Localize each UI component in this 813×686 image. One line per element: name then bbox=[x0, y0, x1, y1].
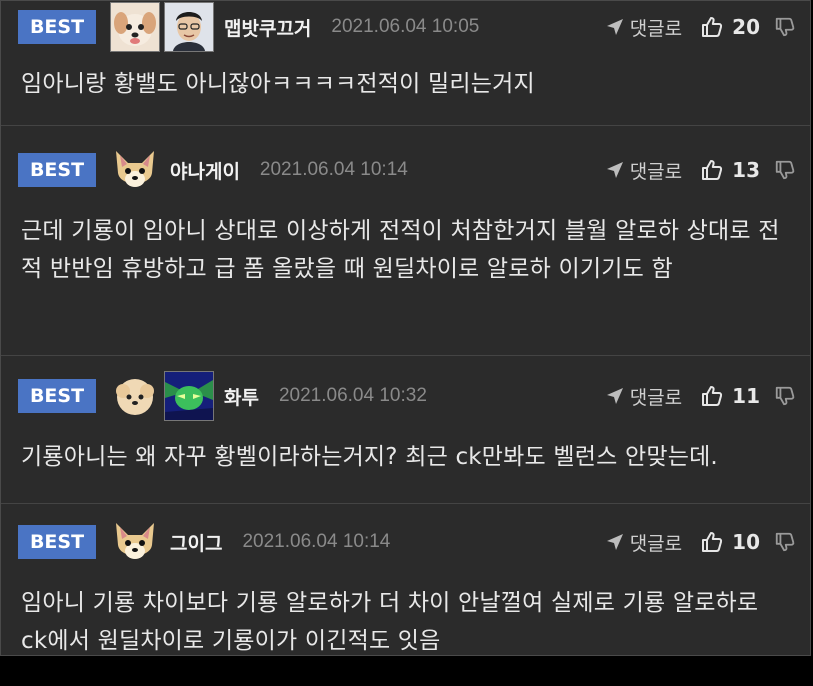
comment-text: 근데 기룡이 임아니 상대로 이상하게 전적이 처참한거지 블월 알로하 상대로… bbox=[21, 218, 780, 282]
best-badge: BEST bbox=[18, 153, 96, 187]
avatar-dog-icon bbox=[110, 2, 160, 52]
send-arrow-icon bbox=[606, 534, 623, 550]
comment-item: BEST 야나게이 2021.06.04 10:14 댓글로 13 근데 기룡이… bbox=[1, 144, 810, 356]
nickname[interactable]: 화투 bbox=[224, 383, 259, 410]
avatar-character-icon bbox=[164, 371, 214, 421]
thumbs-up-icon bbox=[702, 386, 723, 406]
comment-actions: 댓글로 20 bbox=[606, 1, 796, 53]
reply-button[interactable]: 댓글로 bbox=[606, 157, 682, 184]
comment-item: BEST 그이그 2021.06.04 10:14 댓글로 10 임아니 기룡 … bbox=[1, 516, 810, 686]
best-badge: BEST bbox=[18, 525, 96, 559]
comment-header: BEST bbox=[1, 1, 810, 53]
comment-actions: 댓글로 11 bbox=[606, 370, 796, 422]
best-badge: BEST bbox=[18, 10, 96, 44]
reply-button[interactable]: 댓글로 bbox=[606, 529, 682, 556]
comment-header: BEST bbox=[1, 370, 810, 422]
reply-label: 댓글로 bbox=[629, 160, 683, 183]
send-arrow-icon bbox=[606, 162, 623, 178]
thumbs-up-icon bbox=[702, 17, 723, 37]
thumbs-down-icon bbox=[775, 17, 795, 37]
comment-date: 2021.06.04 10:14 bbox=[259, 159, 408, 180]
nickname[interactable]: 그이그 bbox=[170, 529, 222, 556]
like-count: 13 bbox=[732, 158, 760, 182]
like-button[interactable]: 20 bbox=[700, 15, 760, 39]
comment-date: 2021.06.04 10:14 bbox=[242, 531, 391, 552]
nickname[interactable]: 맵밧쿠끄거 bbox=[224, 14, 311, 41]
thumbs-down-icon bbox=[775, 160, 795, 180]
like-count: 10 bbox=[732, 530, 760, 554]
comment-header: BEST 그이그 2021.06.04 10:14 댓글로 10 bbox=[1, 516, 810, 568]
avatar-dog-icon bbox=[110, 371, 160, 421]
comment-actions: 댓글로 10 bbox=[606, 516, 796, 568]
thumbs-down-icon bbox=[775, 532, 795, 552]
dislike-button[interactable] bbox=[774, 159, 796, 181]
dislike-button[interactable] bbox=[774, 531, 796, 553]
comment-date: 2021.06.04 10:05 bbox=[331, 16, 480, 37]
like-button[interactable]: 13 bbox=[700, 158, 760, 182]
send-arrow-icon bbox=[606, 19, 623, 35]
comment-item: BEST bbox=[1, 1, 810, 126]
comment-list: BEST 맵밧쿠끄거 2021.06.04 10:05 댓글로 20 임아니랑 … bbox=[0, 0, 811, 656]
avatar-dog-icon bbox=[110, 145, 160, 195]
comment-text: 기룡아니는 왜 자꾸 황벨이라하는거지? 최근 ck만봐도 벨런스 안맞는데. bbox=[21, 444, 718, 470]
thumbs-down-icon bbox=[775, 386, 795, 406]
comment-header: BEST 야나게이 2021.06.04 10:14 댓글로 13 bbox=[1, 144, 810, 196]
comment-item: BEST bbox=[1, 370, 810, 504]
best-badge: BEST bbox=[18, 379, 96, 413]
comment-text: 임아니 기룡 차이보다 기룡 알로하가 더 차이 안날껄여 실제로 기룡 알로하… bbox=[21, 590, 759, 654]
avatar-dog-icon bbox=[110, 517, 160, 567]
send-arrow-icon bbox=[606, 388, 623, 404]
like-count: 20 bbox=[732, 15, 760, 39]
reply-label: 댓글로 bbox=[629, 386, 683, 409]
comment-date: 2021.06.04 10:32 bbox=[278, 385, 427, 406]
dislike-button[interactable] bbox=[774, 385, 796, 407]
like-count: 11 bbox=[732, 384, 760, 408]
nickname[interactable]: 야나게이 bbox=[170, 157, 240, 184]
like-button[interactable]: 11 bbox=[700, 384, 760, 408]
reply-button[interactable]: 댓글로 bbox=[606, 14, 682, 41]
comment-text: 임아니랑 황밸도 아니잖아ㅋㅋㅋㅋ전적이 밀리는거지 bbox=[21, 71, 535, 97]
dislike-button[interactable] bbox=[774, 16, 796, 38]
reply-label: 댓글로 bbox=[629, 532, 683, 555]
reply-label: 댓글로 bbox=[629, 17, 683, 40]
thumbs-up-icon bbox=[702, 532, 723, 552]
thumbs-up-icon bbox=[702, 160, 723, 180]
comment-actions: 댓글로 13 bbox=[606, 144, 796, 196]
reply-button[interactable]: 댓글로 bbox=[606, 383, 682, 410]
like-button[interactable]: 10 bbox=[700, 530, 760, 554]
avatar-person-icon bbox=[164, 2, 214, 52]
